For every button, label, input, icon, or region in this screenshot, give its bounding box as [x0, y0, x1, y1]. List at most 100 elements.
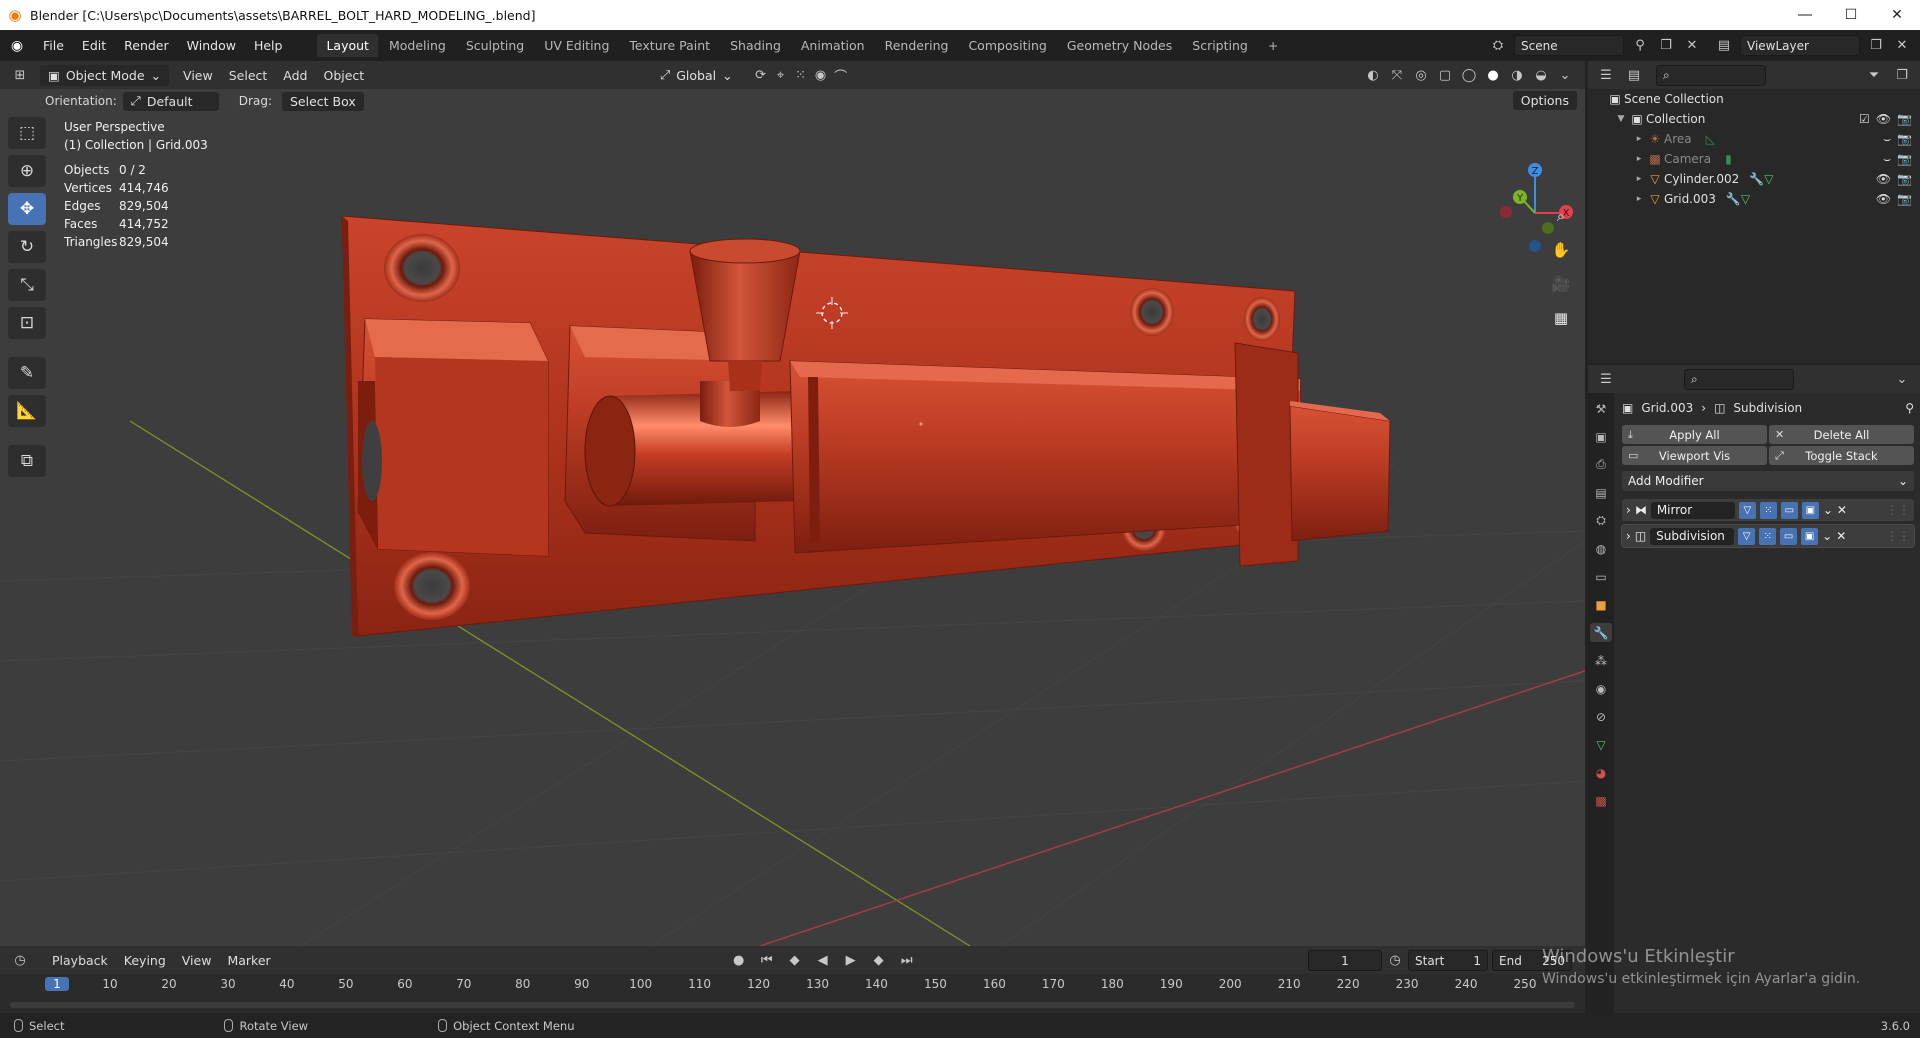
camera-render-icon[interactable]: 📷 — [1897, 152, 1912, 167]
eye-icon[interactable]: 👁 — [1876, 112, 1891, 126]
texture-tab-icon[interactable]: ▩ — [1590, 791, 1612, 810]
hidden-eye-icon[interactable]: ⌣ — [1883, 152, 1891, 167]
transform-tool-icon[interactable]: ⊡ — [8, 307, 46, 339]
outliner-search-input[interactable]: ⌕ — [1656, 64, 1766, 86]
falloff-icon[interactable]: ⌒ — [831, 65, 851, 85]
options-dropdown[interactable]: Options — [1512, 91, 1577, 110]
play-icon[interactable]: ▶ — [841, 950, 861, 970]
vp-menu-view[interactable]: View — [175, 68, 221, 83]
chevron-down-icon[interactable]: ⌄ — [1822, 529, 1832, 543]
scale-tool-icon[interactable]: ⤡ — [8, 269, 46, 301]
expand-arrow-icon[interactable]: ▸ — [1632, 154, 1646, 164]
gizmo-toggle-icon[interactable]: ⤧ — [1387, 65, 1407, 85]
drag-handle-icon[interactable]: ⋮⋮ — [1886, 529, 1910, 543]
data-tab-icon[interactable]: ▽ — [1590, 735, 1612, 754]
expand-arrow-icon[interactable]: ▼ — [1614, 114, 1628, 124]
shading-options-icon[interactable]: ⌄ — [1555, 65, 1575, 85]
constraints-tab-icon[interactable]: ⊘ — [1590, 707, 1612, 726]
scene-tab-icon[interactable]: ⛭ — [1590, 511, 1612, 530]
tl-menu-view[interactable]: View — [174, 953, 220, 968]
particles-tab-icon[interactable]: ⁂ — [1590, 651, 1612, 670]
viewport-vis-button[interactable]: ▭ Viewport Vis — [1622, 446, 1767, 465]
rotate-tool-icon[interactable]: ↻ — [8, 231, 46, 263]
tree-item-cylinder[interactable]: ▸ ▽ Cylinder.002 🔧 ▽ 👁 📷 — [1588, 169, 1920, 189]
close-window-button[interactable]: ✕ — [1874, 0, 1920, 30]
tab-modeling[interactable]: Modeling — [380, 34, 455, 57]
output-tab-icon[interactable]: ⎙ — [1590, 455, 1612, 474]
tree-collection[interactable]: ▼ ▣ Collection ☑ 👁 📷 — [1588, 109, 1920, 129]
menu-window[interactable]: Window — [178, 38, 245, 53]
display-mode-icon[interactable]: ▤ — [1624, 65, 1644, 85]
clock-icon[interactable]: ◷ — [1385, 950, 1405, 970]
proportional-edit-icon[interactable]: ◉ — [811, 65, 831, 85]
delete-all-button[interactable]: ✕ Delete All — [1769, 425, 1914, 444]
edit-mode-toggle-icon[interactable]: ▽ — [1738, 501, 1756, 519]
editor-type-icon[interactable]: ⊞ — [10, 65, 30, 85]
transform-orientation-dropdown[interactable]: ⤢ Global ⌄ — [652, 65, 740, 86]
overlay-toggle-icon[interactable]: ◎ — [1411, 65, 1431, 85]
properties-editor-icon[interactable]: ☰ — [1596, 369, 1616, 389]
jump-end-icon[interactable]: ⏭ — [897, 950, 917, 970]
pivot-icon[interactable]: ⟳ — [751, 65, 771, 85]
frame-ruler[interactable]: 1 10 20 30 40 50 60 70 80 90 100 110 120 130 140 150 160… — [0, 974, 1585, 996]
vp-menu-object[interactable]: Object — [315, 68, 372, 83]
ortho-grid-icon[interactable]: ▦ — [1548, 305, 1574, 331]
hidden-eye-icon[interactable]: ⌣ — [1883, 132, 1891, 147]
scene-name-field[interactable]: Scene — [1514, 35, 1624, 56]
3d-viewport[interactable]: ⊞ ▣ Object Mode ⌄ View Select Add Object… — [0, 61, 1585, 946]
remove-modifier-icon[interactable]: ✕ — [1837, 503, 1847, 517]
snap-icon[interactable]: ⌖ — [771, 65, 791, 85]
object-tab-icon[interactable]: ■ — [1590, 595, 1612, 614]
modifier-subdivision[interactable]: › ◫ Subdivision ▽ ⁙ ▭ ▣ ⌄ ✕ ⋮⋮ — [1621, 524, 1915, 548]
remove-scene-icon[interactable]: ✕ — [1682, 36, 1702, 56]
chevron-down-icon[interactable]: ⌄ — [1892, 369, 1912, 389]
viewport-toggle-icon[interactable]: ▭ — [1780, 501, 1798, 519]
material-tab-icon[interactable]: ◕ — [1590, 763, 1612, 782]
cage-toggle-icon[interactable]: ⁙ — [1759, 501, 1777, 519]
remove-modifier-icon[interactable]: ✕ — [1836, 529, 1846, 543]
tab-compositing[interactable]: Compositing — [959, 34, 1055, 57]
pin-icon[interactable]: ⚲ — [1630, 36, 1650, 56]
toggle-stack-button[interactable]: ⤢ Toggle Stack — [1769, 446, 1914, 465]
start-frame-field[interactable]: Start 1 — [1408, 950, 1488, 971]
new-collection-icon[interactable]: ❐ — [1892, 65, 1912, 85]
camera-render-icon[interactable]: 📷 — [1897, 112, 1912, 126]
render-toggle-icon[interactable]: ▣ — [1801, 527, 1819, 545]
properties-search-input[interactable]: ⌕ — [1684, 368, 1794, 390]
timeline-scrollbar[interactable] — [10, 1002, 1575, 1008]
object-mode-dropdown[interactable]: ▣ Object Mode ⌄ — [40, 64, 170, 86]
next-keyframe-icon[interactable]: ◆ — [869, 950, 889, 970]
modifier-tab-icon[interactable]: 🔧 — [1590, 623, 1612, 642]
pan-hand-icon[interactable]: ✋ — [1548, 237, 1574, 263]
camera-render-icon[interactable]: 📷 — [1897, 172, 1912, 186]
tab-animation[interactable]: Animation — [792, 34, 874, 57]
tab-texture-paint[interactable]: Texture Paint — [620, 34, 719, 57]
playhead[interactable]: 1 — [45, 977, 69, 991]
viewport-toggle-icon[interactable]: ▭ — [1780, 527, 1798, 545]
drag-dropdown[interactable]: Select Box — [281, 91, 364, 111]
world-tab-icon[interactable]: ◍ — [1590, 539, 1612, 558]
physics-tab-icon[interactable]: ◉ — [1590, 679, 1612, 698]
add-modifier-dropdown[interactable]: Add Modifier ⌄ — [1622, 471, 1914, 491]
blender-menu-icon[interactable]: ◉ — [0, 38, 34, 54]
tab-layout[interactable]: Layout — [317, 34, 378, 57]
annotate-tool-icon[interactable]: ✎ — [8, 357, 46, 389]
include-checkbox-icon[interactable]: ☑ — [1859, 112, 1870, 126]
expand-arrow-icon[interactable]: ▸ — [1632, 174, 1646, 184]
edit-mode-toggle-icon[interactable]: ▽ — [1738, 527, 1756, 545]
measure-tool-icon[interactable]: 📐 — [8, 395, 46, 427]
expand-arrow-icon[interactable]: ▸ — [1632, 134, 1646, 144]
view-layer-icon[interactable]: ▤ — [1714, 36, 1734, 56]
camera-view-icon[interactable]: 🎥 — [1548, 271, 1574, 297]
menu-edit[interactable]: Edit — [73, 38, 115, 53]
minimize-button[interactable]: ― — [1782, 0, 1828, 30]
orientation-dropdown[interactable]: ⤢ Default — [122, 91, 219, 111]
barrel-bolt-model[interactable] — [341, 215, 1391, 637]
eye-icon[interactable]: 👁 — [1876, 172, 1891, 186]
cage-toggle-icon[interactable]: ⁙ — [1759, 527, 1777, 545]
current-frame-field[interactable]: 1 — [1308, 950, 1382, 971]
gizmo-neg-x[interactable] — [1500, 206, 1512, 218]
eye-icon[interactable]: 👁 — [1876, 192, 1891, 206]
tree-item-camera[interactable]: ▸ ▩ Camera ▮ ⌣ 📷 — [1588, 149, 1920, 169]
tab-scripting[interactable]: Scripting — [1183, 34, 1257, 57]
